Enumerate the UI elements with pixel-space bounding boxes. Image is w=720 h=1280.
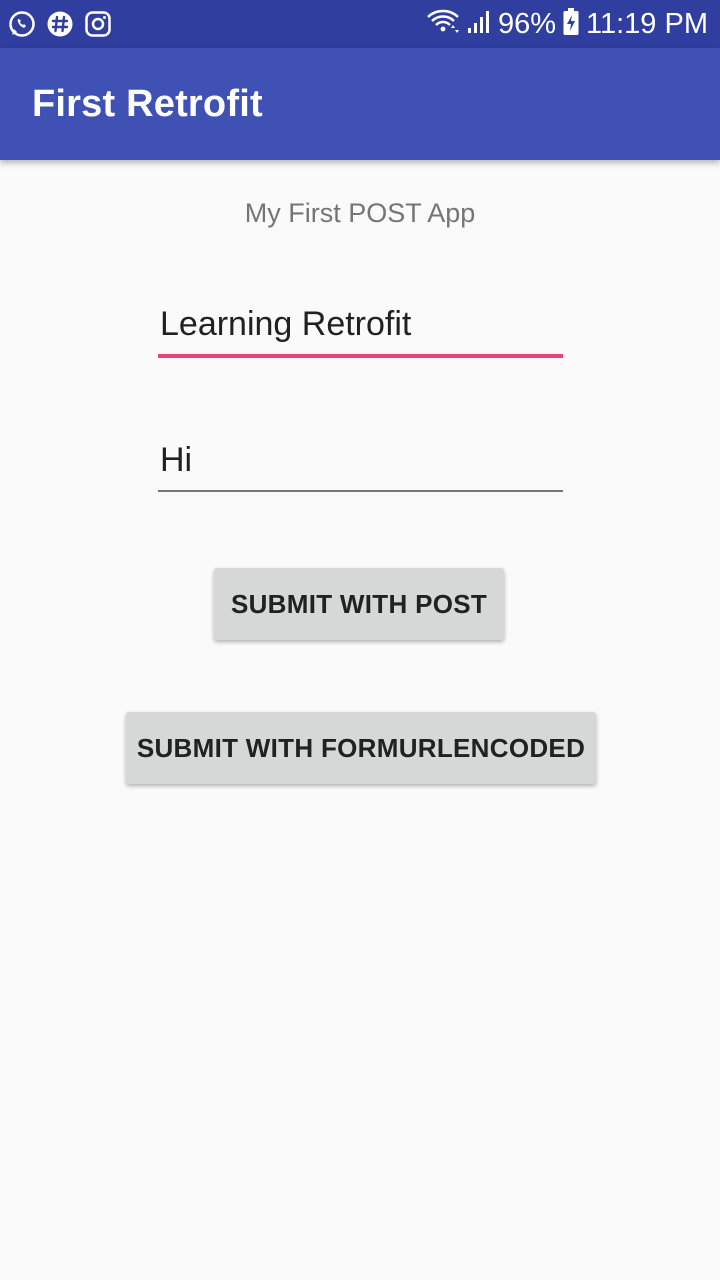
slack-icon xyxy=(46,10,74,38)
clock: 11:19 PM xyxy=(586,8,708,40)
instagram-icon xyxy=(84,10,112,38)
app-bar: First Retrofit xyxy=(0,48,720,160)
submit-with-post-button[interactable]: SUBMIT WITH POST xyxy=(214,568,504,640)
main-content: My First POST App SUBMIT WITH POST SUBMI… xyxy=(0,160,720,1280)
signal-icon xyxy=(466,9,492,40)
body-input-underline xyxy=(158,490,563,492)
page-subtitle: My First POST App xyxy=(244,198,476,228)
status-bar: 96% 11:19 PM xyxy=(0,0,720,48)
system-status: 96% 11:19 PM xyxy=(426,6,708,42)
submit-with-formurlencoded-button[interactable]: SUBMIT WITH FORMURLENCODED xyxy=(126,712,596,784)
title-field[interactable] xyxy=(158,292,563,358)
title-input[interactable] xyxy=(158,292,563,356)
battery-charging-icon xyxy=(562,7,580,42)
notification-icons xyxy=(8,10,112,38)
body-field[interactable] xyxy=(158,428,563,492)
wifi-icon xyxy=(426,8,460,41)
app-title: First Retrofit xyxy=(32,83,263,125)
whatsapp-icon xyxy=(8,10,36,38)
title-input-underline xyxy=(158,354,563,358)
body-input[interactable] xyxy=(158,428,563,492)
battery-percent: 96% xyxy=(497,8,557,40)
